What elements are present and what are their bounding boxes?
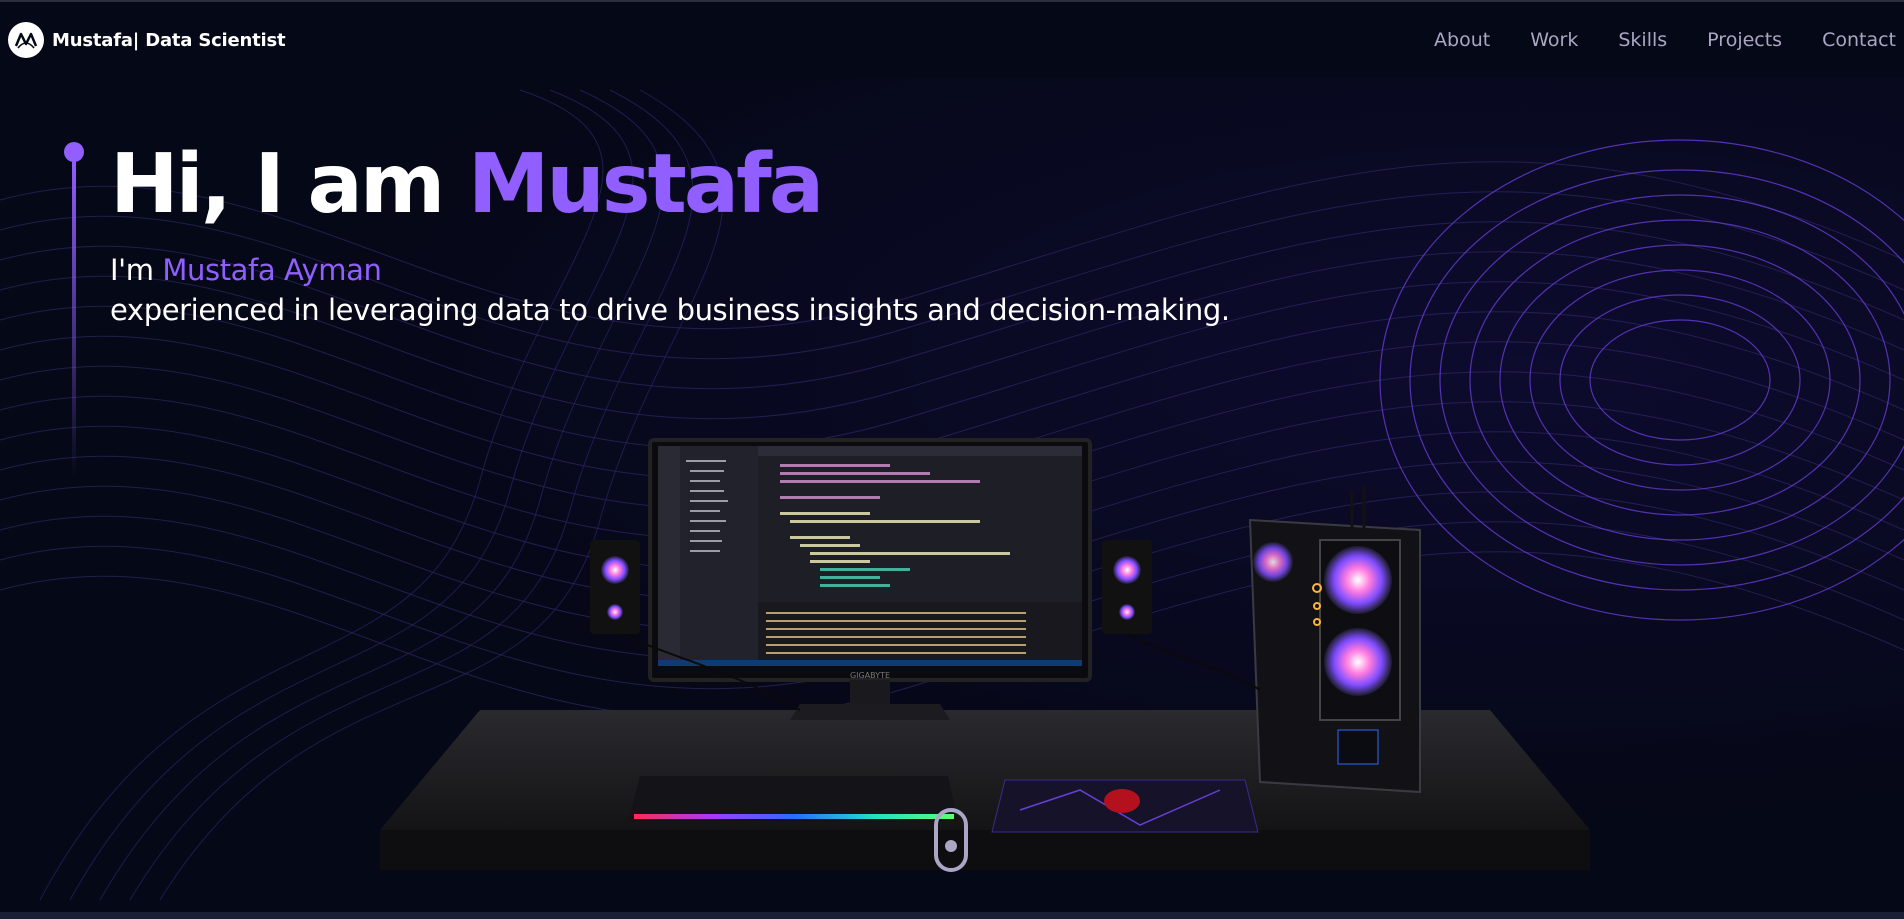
hero-subtitle: I'm Mustafa Ayman experienced in leverag…	[110, 250, 1230, 330]
hero-accent-line	[64, 140, 84, 478]
hero-section: Hi, I am Mustafa I'm Mustafa Ayman exper…	[64, 140, 1230, 478]
nav-links: About Work Skills Projects Contact	[1434, 29, 1896, 51]
navbar: Mustafa| Data Scientist About Work Skill…	[0, 0, 1904, 78]
nav-link-contact[interactable]: Contact	[1822, 29, 1896, 51]
hero-title: Hi, I am Mustafa	[110, 140, 1230, 230]
monitor: GIGABYTE	[648, 438, 1092, 720]
hero-sub-description: experienced in leveraging data to drive …	[110, 293, 1230, 327]
pc-tower	[1248, 486, 1421, 794]
mousepad	[991, 779, 1259, 833]
computer-desk-3d-scene[interactable]: GIGABYTE	[380, 430, 1590, 890]
nav-link-work[interactable]: Work	[1530, 29, 1578, 51]
nav-link-projects[interactable]: Projects	[1707, 29, 1782, 51]
nav-link-skills[interactable]: Skills	[1618, 29, 1667, 51]
hero-copy: Hi, I am Mustafa I'm Mustafa Ayman exper…	[110, 140, 1230, 478]
left-speaker	[590, 540, 640, 634]
hero-title-prefix: Hi, I am	[110, 137, 468, 232]
portfolio-page: Mustafa| Data Scientist About Work Skill…	[0, 0, 1904, 919]
scroll-down-indicator[interactable]	[934, 808, 968, 872]
brand[interactable]: Mustafa| Data Scientist	[8, 22, 286, 58]
keyboard	[628, 776, 958, 822]
monitor-brand-label: GIGABYTE	[850, 671, 890, 680]
hero-title-name: Mustafa	[467, 137, 824, 232]
accent-dot	[64, 142, 84, 162]
nav-link-about[interactable]: About	[1434, 29, 1490, 51]
hero-sub-prefix: I'm	[110, 253, 163, 287]
accent-bar	[72, 162, 76, 478]
scroll-dot	[945, 840, 957, 852]
right-speaker	[1102, 540, 1152, 634]
brand-title[interactable]: Mustafa| Data Scientist	[52, 30, 286, 51]
logo-icon	[8, 22, 44, 58]
bottom-edge-bar	[0, 912, 1904, 919]
hero-sub-name: Mustafa Ayman	[162, 253, 382, 287]
